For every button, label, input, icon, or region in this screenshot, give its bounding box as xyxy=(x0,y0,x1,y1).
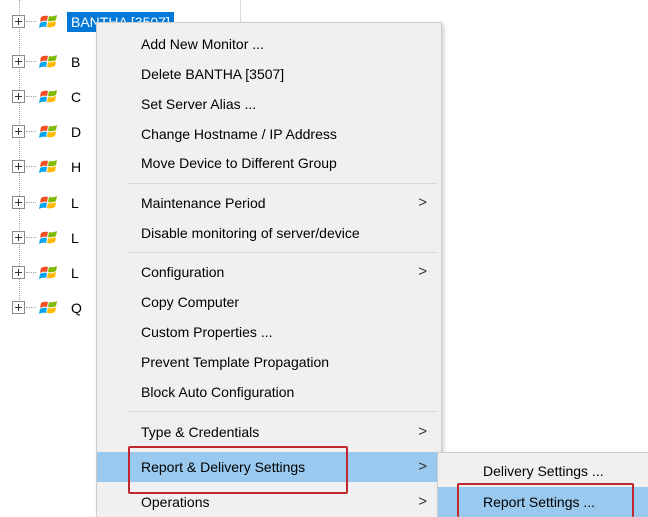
expand-icon[interactable] xyxy=(12,196,25,209)
menu-separator xyxy=(127,252,437,253)
menu-item-label: Delete BANTHA [3507] xyxy=(141,66,285,82)
tree-connector xyxy=(26,202,36,203)
windows-logo-icon xyxy=(39,231,57,244)
menu-item-disable-monitoring[interactable]: Disable monitoring of server/device xyxy=(97,218,441,248)
menu-item-move-device[interactable]: Move Device to Different Group xyxy=(97,148,441,178)
menu-item-prevent-template-propagation[interactable]: Prevent Template Propagation xyxy=(97,347,441,377)
submenu-arrow-icon: > xyxy=(418,194,427,211)
windows-logo-icon xyxy=(39,266,57,279)
tree-node-label[interactable]: H xyxy=(67,157,85,177)
expand-icon[interactable] xyxy=(12,125,25,138)
submenu-arrow-icon: > xyxy=(418,458,427,475)
submenu-arrow-icon: > xyxy=(418,263,427,280)
submenu-arrow-icon: > xyxy=(418,423,427,440)
tree-connector xyxy=(26,96,36,97)
menu-item-delete-device[interactable]: Delete BANTHA [3507] xyxy=(97,59,441,89)
expand-icon[interactable] xyxy=(12,266,25,279)
tree-connector xyxy=(26,237,36,238)
windows-logo-icon xyxy=(39,160,57,173)
submenu-arrow-icon: > xyxy=(418,493,427,510)
menu-item-label: Prevent Template Propagation xyxy=(141,354,330,370)
menu-item-label: Type & Credentials xyxy=(141,424,260,440)
expand-icon[interactable] xyxy=(12,160,25,173)
report-delivery-submenu: Delivery Settings ... Report Settings ..… xyxy=(437,452,648,517)
windows-logo-icon xyxy=(39,301,57,314)
tree-node-label[interactable]: Q xyxy=(67,298,86,318)
windows-logo-icon xyxy=(39,125,57,138)
menu-separator xyxy=(127,411,437,412)
menu-item-label: Operations xyxy=(141,494,210,510)
context-menu: Add New Monitor ... Delete BANTHA [3507]… xyxy=(96,22,442,517)
menu-item-label: Disable monitoring of server/device xyxy=(141,225,360,241)
expand-icon[interactable] xyxy=(12,301,25,314)
menu-item-add-new-monitor[interactable]: Add New Monitor ... xyxy=(97,29,441,59)
submenu-item-delivery-settings[interactable]: Delivery Settings ... xyxy=(438,456,648,486)
menu-item-block-auto-configuration[interactable]: Block Auto Configuration xyxy=(97,377,441,407)
tree-connector xyxy=(26,307,36,308)
menu-item-label: Maintenance Period xyxy=(141,195,266,211)
tree-node-label[interactable]: L xyxy=(67,193,83,213)
submenu-item-report-settings[interactable]: Report Settings ... xyxy=(438,487,648,517)
submenu-item-label: Delivery Settings ... xyxy=(483,463,604,479)
menu-item-label: Block Auto Configuration xyxy=(141,384,295,400)
tree-connector xyxy=(26,21,36,22)
menu-item-label: Set Server Alias ... xyxy=(141,96,257,112)
windows-logo-icon xyxy=(39,196,57,209)
tree-node-label[interactable]: B xyxy=(67,52,84,72)
menu-item-label: Configuration xyxy=(141,264,225,280)
menu-item-copy-computer[interactable]: Copy Computer xyxy=(97,287,441,317)
windows-logo-icon xyxy=(39,55,57,68)
expand-icon[interactable] xyxy=(12,15,25,28)
tree-connector xyxy=(26,166,36,167)
windows-logo-icon xyxy=(39,90,57,103)
tree-connector xyxy=(26,131,36,132)
menu-item-type-credentials[interactable]: Type & Credentials > xyxy=(97,417,441,447)
menu-item-change-hostname[interactable]: Change Hostname / IP Address xyxy=(97,119,441,149)
tree-node-label[interactable]: L xyxy=(67,263,83,283)
submenu-item-label: Report Settings ... xyxy=(483,494,596,510)
menu-item-custom-properties[interactable]: Custom Properties ... xyxy=(97,317,441,347)
menu-item-maintenance-period[interactable]: Maintenance Period > xyxy=(97,188,441,218)
tree-connector xyxy=(26,61,36,62)
menu-item-configuration[interactable]: Configuration > xyxy=(97,257,441,287)
menu-item-label: Add New Monitor ... xyxy=(141,36,264,52)
windows-logo-icon xyxy=(39,15,57,28)
menu-item-set-server-alias[interactable]: Set Server Alias ... xyxy=(97,89,441,119)
expand-icon[interactable] xyxy=(12,90,25,103)
menu-item-label: Change Hostname / IP Address xyxy=(141,126,337,142)
menu-item-operations[interactable]: Operations > xyxy=(97,487,441,517)
menu-item-label: Report & Delivery Settings xyxy=(141,459,306,475)
tree-node-label[interactable]: C xyxy=(67,87,85,107)
menu-separator xyxy=(127,183,437,184)
tree-node-label[interactable]: L xyxy=(67,228,83,248)
menu-item-label: Copy Computer xyxy=(141,294,240,310)
menu-item-report-delivery-settings[interactable]: Report & Delivery Settings > xyxy=(97,452,441,482)
tree-node-label[interactable]: D xyxy=(67,122,85,142)
expand-icon[interactable] xyxy=(12,55,25,68)
tree-connector xyxy=(26,272,36,273)
expand-icon[interactable] xyxy=(12,231,25,244)
menu-item-label: Move Device to Different Group xyxy=(141,155,337,171)
menu-item-label: Custom Properties ... xyxy=(141,324,273,340)
